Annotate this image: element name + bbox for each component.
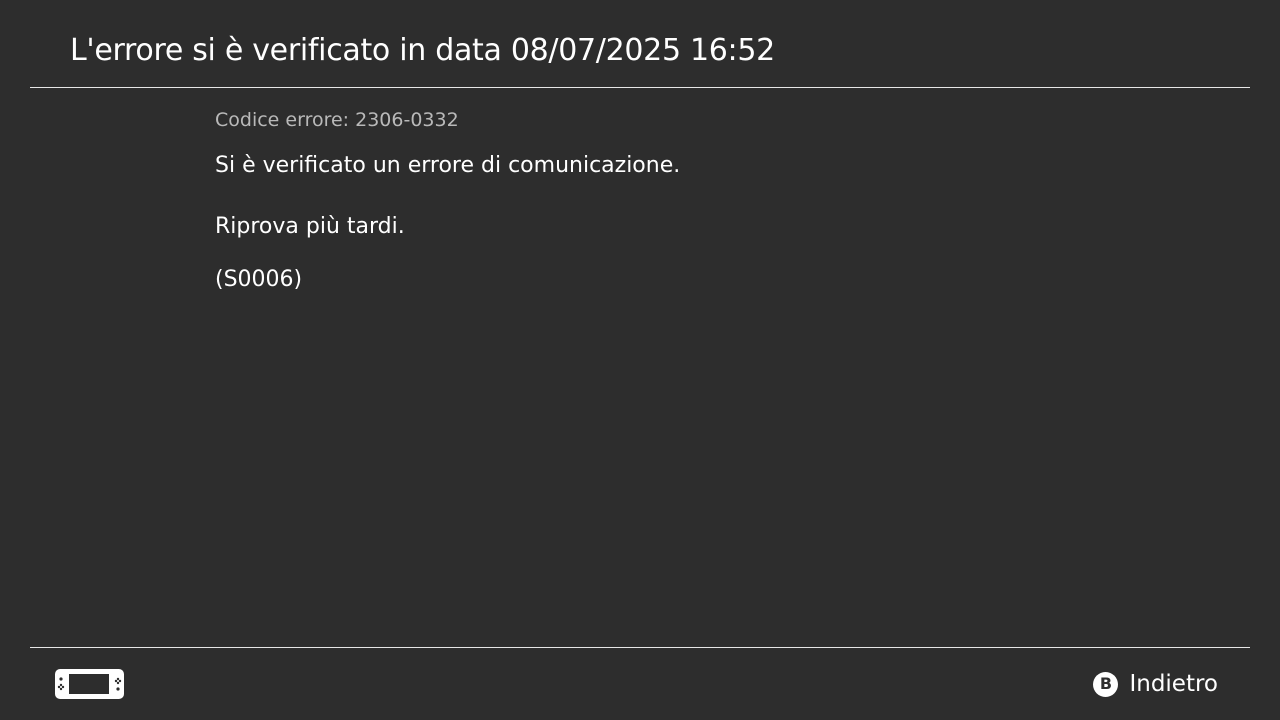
back-button[interactable]: B Indietro: [1093, 668, 1218, 700]
back-label: Indietro: [1129, 671, 1218, 697]
error-hint: Riprova più tardi.: [215, 214, 405, 239]
error-message: Si è verificato un errore di comunicazio…: [215, 153, 681, 178]
error-details: Codice errore: 2306-0332 Si è verificato…: [215, 106, 1215, 296]
handheld-console-icon: [55, 669, 124, 699]
error-subcode: (S0006): [215, 267, 303, 292]
error-screen: L'errore si è verificato in data 08/07/2…: [0, 0, 1280, 720]
error-code: Codice errore: 2306-0332: [215, 109, 459, 131]
page-title: L'errore si è verificato in data 08/07/2…: [70, 33, 775, 68]
footer-divider: [30, 647, 1250, 648]
header-divider: [30, 87, 1250, 88]
b-button-icon: B: [1093, 671, 1119, 697]
